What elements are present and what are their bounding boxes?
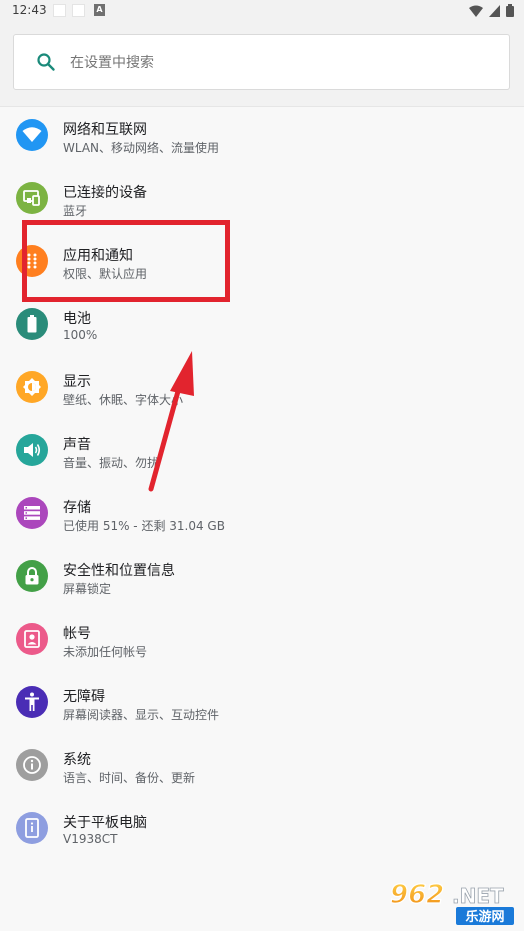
phone-info-icon [16, 812, 48, 844]
settings-item-subtitle: 壁纸、休眠、字体大小 [63, 393, 184, 407]
settings-item-sound[interactable]: 声音 音量、振动、勿扰 [0, 420, 524, 483]
wifi-signal-icon [469, 5, 483, 17]
watermark-logo: 962 .NET 乐游网 [386, 875, 518, 927]
storage-icon [16, 497, 48, 529]
settings-list: 网络和互联网 WLAN、移动网络、流量使用 已连接的设备 蓝牙 应用和通知 权限… [0, 105, 524, 861]
cell-signal-icon [489, 4, 500, 17]
brightness-icon [16, 371, 48, 403]
status-time: 12:43 [12, 3, 47, 17]
battery-icon [16, 308, 48, 340]
search-placeholder: 在设置中搜索 [70, 55, 154, 71]
settings-item-title: 系统 [63, 752, 91, 768]
settings-item-battery[interactable]: 电池 100% [0, 294, 524, 357]
settings-item-title: 声音 [63, 437, 91, 453]
search-icon [37, 53, 55, 71]
settings-item-subtitle: 100% [63, 328, 98, 342]
settings-item-subtitle: V1938CT [63, 832, 118, 846]
settings-item-title: 显示 [63, 374, 91, 390]
battery-status-icon [506, 4, 514, 17]
svg-text:962: 962 [390, 880, 444, 910]
wifi-icon [16, 119, 48, 151]
notification-icon [72, 4, 85, 17]
info-icon [16, 749, 48, 781]
settings-item-subtitle: 语言、时间、备份、更新 [63, 771, 196, 785]
settings-item-security-location[interactable]: 安全性和位置信息 屏幕锁定 [0, 546, 524, 609]
settings-item-title: 安全性和位置信息 [63, 563, 175, 579]
settings-item-title: 帐号 [63, 626, 91, 642]
search-bar[interactable]: 在设置中搜索 [13, 34, 510, 90]
settings-item-title: 网络和互联网 [63, 122, 147, 138]
settings-item-system[interactable]: 系统 语言、时间、备份、更新 [0, 735, 524, 798]
settings-item-display[interactable]: 显示 壁纸、休眠、字体大小 [0, 357, 524, 420]
settings-item-about-tablet[interactable]: 关于平板电脑 V1938CT [0, 798, 524, 861]
svg-text:.NET: .NET [452, 884, 504, 908]
search-header: 在设置中搜索 [0, 22, 524, 107]
status-bar: 12:43 A [0, 0, 524, 22]
settings-item-network[interactable]: 网络和互联网 WLAN、移动网络、流量使用 [0, 105, 524, 168]
lock-icon [16, 560, 48, 592]
settings-item-title: 存储 [63, 500, 91, 516]
devices-icon [16, 182, 48, 214]
settings-item-subtitle: 蓝牙 [63, 204, 88, 218]
highlight-box-annotation [22, 220, 230, 302]
svg-text:乐游网: 乐游网 [465, 909, 504, 925]
settings-item-storage[interactable]: 存储 已使用 51% - 还剩 31.04 GB [0, 483, 524, 546]
settings-item-accounts[interactable]: 帐号 未添加任何帐号 [0, 609, 524, 672]
settings-item-title: 已连接的设备 [63, 185, 147, 201]
accessibility-icon [16, 686, 48, 718]
settings-item-title: 无障碍 [63, 689, 105, 705]
settings-item-title: 电池 [63, 311, 91, 327]
settings-item-subtitle: 未添加任何帐号 [63, 645, 148, 659]
settings-item-subtitle: 屏幕阅读器、显示、互动控件 [63, 708, 220, 722]
settings-item-title: 关于平板电脑 [63, 815, 147, 831]
settings-item-subtitle: 已使用 51% - 还剩 31.04 GB [63, 519, 225, 533]
notification-a-icon: A [94, 4, 105, 16]
settings-item-subtitle: 屏幕锁定 [63, 582, 112, 596]
settings-item-subtitle: WLAN、移动网络、流量使用 [63, 141, 220, 155]
account-icon [16, 623, 48, 655]
notification-icon [53, 4, 66, 17]
volume-icon [16, 434, 48, 466]
settings-item-accessibility[interactable]: 无障碍 屏幕阅读器、显示、互动控件 [0, 672, 524, 735]
settings-item-subtitle: 音量、振动、勿扰 [63, 456, 160, 470]
